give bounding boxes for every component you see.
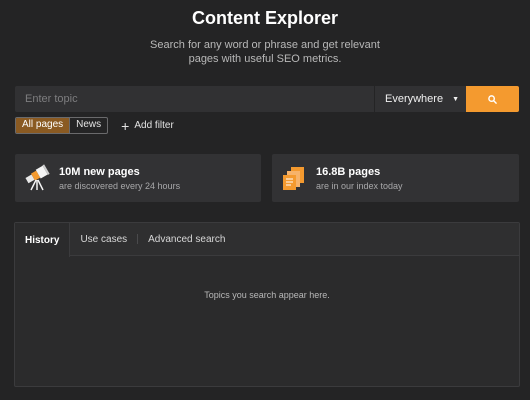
- stat-value: 16.8B pages: [316, 165, 381, 178]
- tab-use-cases[interactable]: Use cases: [70, 223, 137, 255]
- stat-description: are in our index today: [316, 180, 403, 191]
- stat-value: 10M new pages: [59, 165, 140, 178]
- pages-stack-icon: [272, 154, 316, 202]
- caret-down-icon: ▼: [452, 95, 460, 103]
- stat-card-new-pages: 10M new pages are discovered every 24 ho…: [15, 154, 261, 202]
- subtitle-line-1: Search for any word or phrase and get re…: [150, 39, 380, 51]
- plus-icon: +: [121, 117, 130, 134]
- search-icon: [488, 94, 497, 104]
- filter-row: All pages News + Add filter: [15, 117, 174, 134]
- topic-search-input[interactable]: [15, 86, 374, 112]
- segment-all-pages[interactable]: All pages: [16, 118, 70, 133]
- search-button[interactable]: [466, 86, 519, 112]
- page-subtitle: Search for any word or phrase and get re…: [0, 38, 530, 66]
- page-title: Content Explorer: [191, 8, 338, 28]
- history-panel: History Use cases Advanced search Topics…: [14, 222, 520, 387]
- tab-advanced-search[interactable]: Advanced search: [138, 223, 235, 255]
- search-row: Everywhere ▼: [15, 86, 519, 112]
- page-type-segmented-control: All pages News: [15, 117, 109, 134]
- telescope-icon: [15, 154, 59, 202]
- segment-news[interactable]: News: [69, 118, 107, 133]
- tab-history[interactable]: History: [15, 223, 71, 257]
- empty-history-message: Topics you search appear here.: [204, 290, 330, 300]
- stat-text: 16.8B pages are in our index today: [316, 166, 403, 191]
- add-filter-button[interactable]: + Add filter: [121, 117, 174, 134]
- panel-tabs: History Use cases Advanced search: [15, 223, 519, 257]
- stat-description: are discovered every 24 hours: [59, 180, 181, 191]
- subtitle-line-2: pages with useful SEO metrics.: [188, 53, 342, 65]
- scope-dropdown[interactable]: Everywhere ▼: [374, 86, 466, 112]
- stat-text: 10M new pages are discovered every 24 ho…: [59, 166, 180, 191]
- stat-card-index-size: 16.8B pages are in our index today: [272, 154, 519, 202]
- add-filter-label: Add filter: [134, 120, 174, 131]
- scope-dropdown-value: Everywhere: [385, 93, 444, 105]
